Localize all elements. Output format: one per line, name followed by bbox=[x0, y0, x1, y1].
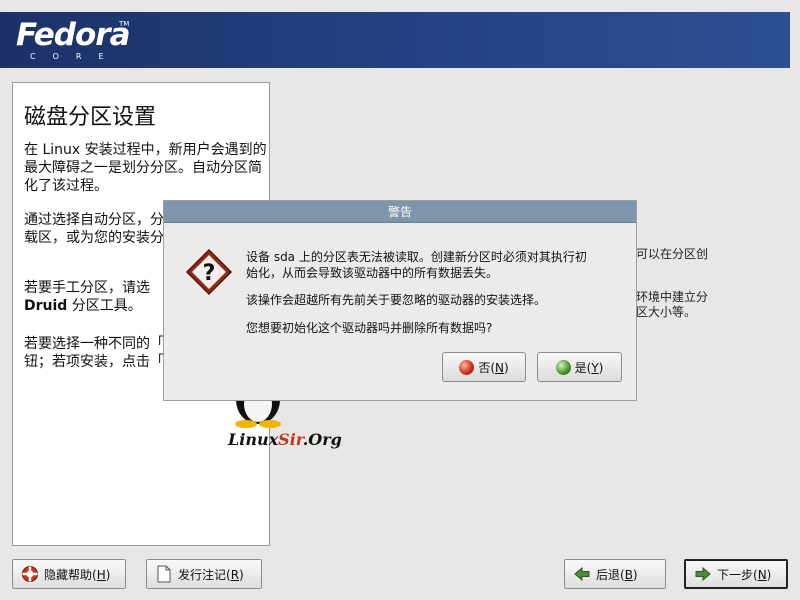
watermark-text-c: .Org bbox=[302, 430, 342, 449]
help-paragraph-3-c: 分区工具。 bbox=[67, 298, 142, 314]
document-icon bbox=[157, 565, 171, 583]
yes-button[interactable]: 是(Y) bbox=[537, 352, 622, 382]
release-notes-button[interactable]: 发行注记(R) bbox=[146, 559, 262, 589]
no-button[interactable]: 否(N) bbox=[442, 352, 526, 382]
dialog-message-1: 设备 sda 上的分区表无法被读取。创建新分区时必须对其执行初 bbox=[246, 250, 587, 264]
yes-button-label: 是(Y) bbox=[574, 360, 604, 375]
arrow-left-icon bbox=[574, 566, 590, 582]
background-text-1: 可以在分区创 bbox=[636, 247, 709, 261]
help-paragraph-3-druid: Druid bbox=[24, 298, 68, 314]
header-banner: Fedora CORE TM bbox=[0, 12, 790, 68]
back-label: 后退(B) bbox=[596, 567, 638, 582]
dialog-message-4: 您想要初始化这个驱动器吗并删除所有数据吗? bbox=[246, 321, 493, 335]
help-title: 磁盘分区设置 bbox=[24, 105, 157, 130]
arrow-right-icon bbox=[695, 566, 711, 582]
next-button[interactable]: 下一步(N) bbox=[684, 559, 788, 589]
logo-sub: CORE bbox=[30, 52, 121, 61]
logo-word: Fedora bbox=[16, 17, 130, 53]
release-notes-label: 发行注记(R) bbox=[178, 567, 244, 582]
watermark-text-a: Linux bbox=[228, 430, 279, 449]
no-button-label: 否(N) bbox=[478, 360, 509, 375]
dialog-title: 警告 bbox=[164, 201, 636, 223]
logo-trademark: TM bbox=[119, 20, 130, 28]
dialog-message-3: 该操作会超越所有先前关于要忽略的驱动器的安装选择。 bbox=[246, 293, 547, 307]
back-button[interactable]: 后退(B) bbox=[564, 559, 666, 589]
warning-dialog: 警告 ? 设备 sda 上的分区表无法被读取。创建新分区时必须对其执行初 始化，… bbox=[163, 200, 637, 401]
yes-icon bbox=[555, 359, 571, 375]
warning-question-icon: ? bbox=[185, 248, 233, 296]
hide-help-button[interactable]: 隐藏帮助(H) bbox=[12, 559, 126, 589]
next-label: 下一步(N) bbox=[717, 567, 772, 582]
dialog-message-2: 始化，从而会导致该驱动器中的所有数据丢失。 bbox=[246, 266, 499, 280]
watermark-text-b: Sir bbox=[278, 430, 303, 449]
no-icon bbox=[459, 359, 475, 375]
hide-help-label: 隐藏帮助(H) bbox=[44, 567, 111, 582]
lifebuoy-icon bbox=[22, 566, 38, 582]
background-text-3: 区大小等。 bbox=[636, 305, 697, 319]
help-paragraph-1: 在 Linux 安装过程中，新用户会遇到的最大障碍之一是划分分区。自动分区简化了… bbox=[24, 142, 267, 194]
linuxsir-watermark: LinuxSir.Org bbox=[228, 430, 342, 449]
fedora-core-logo: Fedora CORE TM bbox=[16, 18, 130, 62]
svg-text:?: ? bbox=[203, 261, 216, 286]
help-paragraph-3-a: 若要手工分区，请选 bbox=[24, 280, 150, 296]
background-text-2: 环境中建立分 bbox=[636, 290, 709, 304]
